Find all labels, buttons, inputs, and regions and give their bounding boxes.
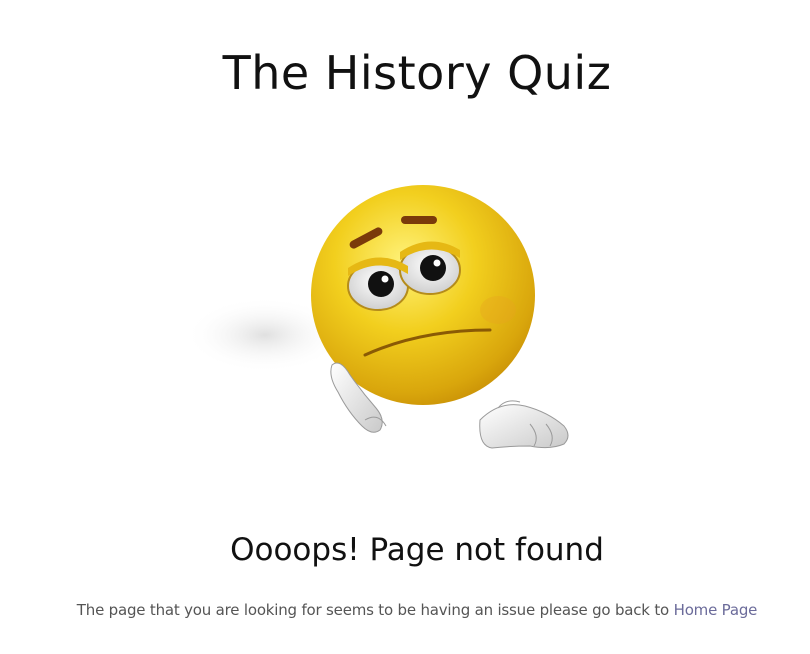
left-pupil <box>368 271 394 297</box>
sad-emoji-icon <box>185 185 569 449</box>
error-heading: Oooops! Page not found <box>230 532 604 568</box>
home-page-link[interactable]: Home Page <box>674 601 758 619</box>
right-hand <box>479 400 569 449</box>
site-title: The History Quiz <box>222 46 612 100</box>
error-message: The page that you are looking for seems … <box>0 601 810 619</box>
error-message-text: The page that you are looking for seems … <box>76 601 670 619</box>
right-eyebrow <box>401 216 437 224</box>
error-page: The History Quiz Oooops! Page not found … <box>0 0 810 654</box>
right-pupil <box>420 255 446 281</box>
